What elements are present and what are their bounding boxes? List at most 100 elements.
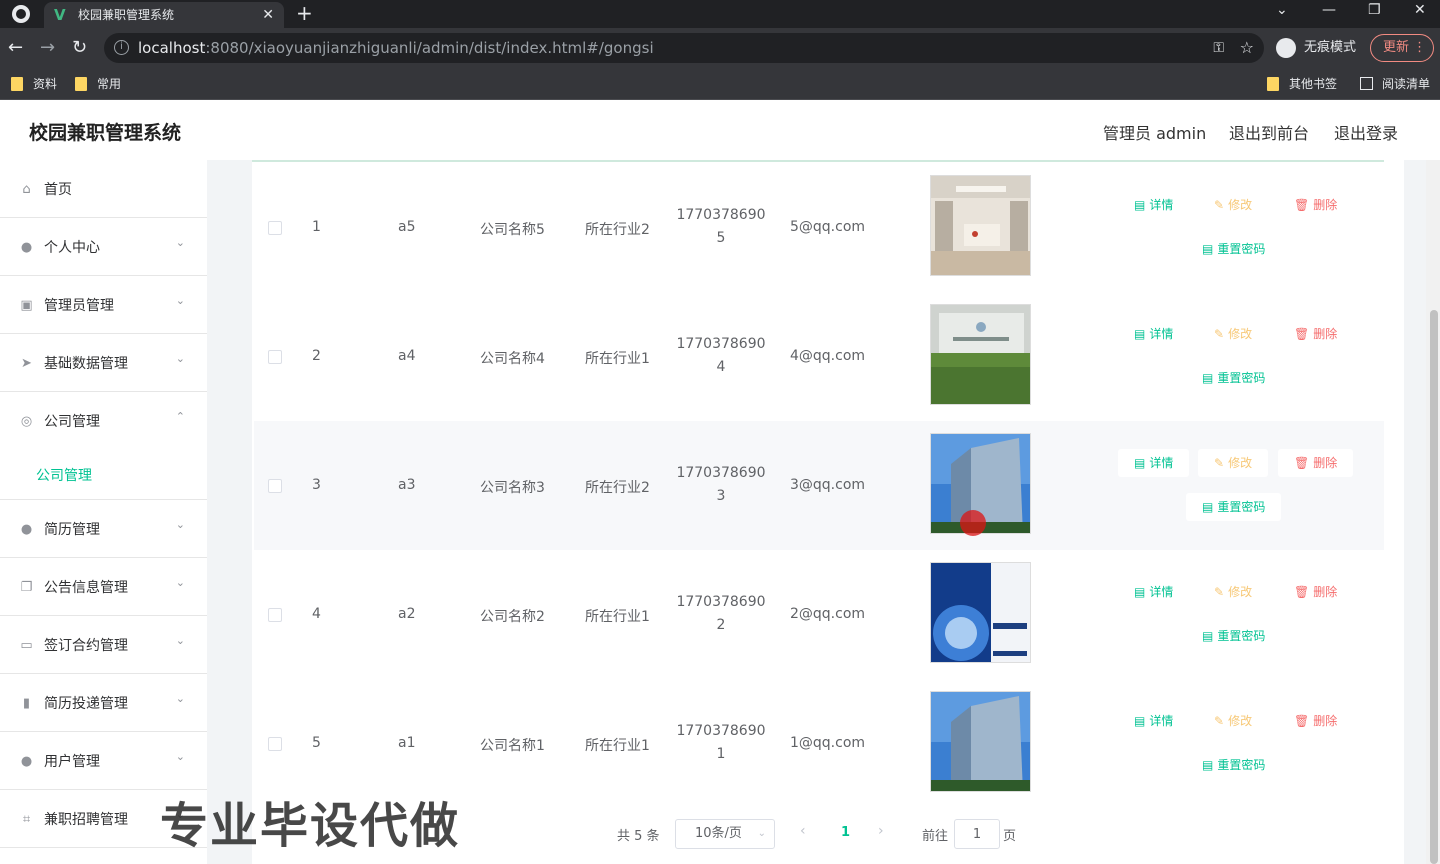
chevron-down-icon: ⌄ <box>175 352 185 365</box>
tab-search-icon[interactable]: ⌄ <box>1276 2 1288 18</box>
document-icon: ▤ <box>1134 327 1146 341</box>
reset-password-button[interactable]: ▤ 重置密码 <box>1186 235 1282 263</box>
row-account: a1 <box>398 735 416 751</box>
sidebar-item-company[interactable]: ◎ 公司管理 ⌃ <box>0 392 207 450</box>
next-page-icon[interactable]: › <box>878 823 884 839</box>
trash-icon: 🗑 <box>1294 198 1310 212</box>
browser-menu-icon[interactable] <box>12 5 30 23</box>
goto-unit: 页 <box>1003 829 1017 844</box>
restore-icon[interactable]: ❐ <box>1368 2 1381 18</box>
row-company-name: 公司名称5 <box>480 222 545 238</box>
pencil-icon: ✎ <box>1214 198 1225 212</box>
reload-icon[interactable]: ↻ <box>72 37 87 58</box>
document-icon: ▤ <box>1134 714 1146 728</box>
browser-tab[interactable]: V 校园兼职管理系统 ✕ <box>44 2 284 28</box>
edit-button[interactable]: ✎ 修改 <box>1198 449 1269 477</box>
bookmark-folder[interactable]: 常用 <box>75 68 121 100</box>
row-checkbox[interactable] <box>268 608 282 622</box>
minimize-icon[interactable]: — <box>1322 2 1336 18</box>
row-index: 3 <box>312 477 321 493</box>
edit-button[interactable]: ✎ 修改 <box>1198 578 1269 606</box>
sidebar-item-base-data[interactable]: ➤ 基础数据管理 ⌄ <box>0 334 207 392</box>
goto-label: 前往 <box>922 829 949 844</box>
reset-password-button[interactable]: ▤ 重置密码 <box>1186 364 1282 392</box>
chevron-down-icon: ⌄ <box>175 634 185 647</box>
incognito-indicator[interactable]: 无痕模式 <box>1276 33 1356 63</box>
delete-button[interactable]: 🗑 删除 <box>1278 707 1354 735</box>
row-account: a5 <box>398 219 416 235</box>
edit-button[interactable]: ✎ 修改 <box>1198 707 1269 735</box>
detail-button[interactable]: ▤ 详情 <box>1118 707 1190 735</box>
chevron-down-icon: ⌄ <box>175 692 185 705</box>
document-icon: ▤ <box>1202 500 1214 514</box>
back-icon[interactable]: ← <box>8 37 23 58</box>
detail-button[interactable]: ▤ 详情 <box>1118 320 1190 348</box>
reset-password-button[interactable]: ▤ 重置密码 <box>1186 751 1282 779</box>
company-photo[interactable] <box>930 175 1031 276</box>
edit-button[interactable]: ✎ 修改 <box>1198 191 1269 219</box>
row-checkbox[interactable] <box>268 350 282 364</box>
info-icon[interactable]: i <box>114 40 129 55</box>
detail-button[interactable]: ▤ 详情 <box>1118 191 1190 219</box>
bookmark-label: 阅读清单 <box>1382 77 1431 91</box>
star-icon[interactable]: ☆ <box>1240 33 1254 63</box>
row-email: 3@qq.com <box>790 477 866 493</box>
detail-button[interactable]: ▤ 详情 <box>1118 578 1190 606</box>
new-tab-icon[interactable]: + <box>296 1 313 25</box>
close-icon[interactable]: ✕ <box>262 2 274 28</box>
goto-page-input[interactable] <box>954 819 1000 849</box>
update-button[interactable]: 更新 ⋮ <box>1370 34 1434 62</box>
company-photo[interactable] <box>930 304 1031 405</box>
detail-button[interactable]: ▤ 详情 <box>1118 449 1190 477</box>
sidebar-item-profile[interactable]: ● 个人中心 ⌄ <box>0 218 207 276</box>
forward-icon[interactable]: → <box>40 37 55 58</box>
sidebar-item-delivery[interactable]: ▮ 简历投递管理 ⌄ <box>0 674 207 732</box>
row-account: a4 <box>398 348 416 364</box>
trash-icon: 🗑 <box>1294 585 1310 599</box>
delete-button[interactable]: 🗑 删除 <box>1278 578 1354 606</box>
sidebar-item-resume[interactable]: ● 简历管理 ⌄ <box>0 500 207 558</box>
url-input[interactable]: i localhost:8080/xiaoyuanjianzhiguanli/a… <box>104 33 1264 63</box>
pagination-total: 共 5 条 <box>617 829 660 844</box>
trash-icon: 🗑 <box>1294 714 1310 728</box>
reading-list[interactable]: 阅读清单 <box>1360 68 1430 100</box>
back-to-front-link[interactable]: 退出到前台 <box>1229 120 1309 144</box>
sidebar-item-users[interactable]: ● 用户管理 ⌄ <box>0 732 207 790</box>
logout-link[interactable]: 退出登录 <box>1334 120 1398 144</box>
document-icon: ▤ <box>1134 198 1146 212</box>
row-checkbox[interactable] <box>268 221 282 235</box>
tab-title: 校园兼职管理系统 <box>78 8 175 22</box>
company-photo[interactable] <box>930 562 1031 663</box>
company-photo[interactable] <box>930 691 1031 792</box>
trash-icon: 🗑 <box>1294 456 1310 470</box>
sidebar-item-notice[interactable]: ❐ 公告信息管理 ⌄ <box>0 558 207 616</box>
sidebar-subitem-company[interactable]: 公司管理 <box>0 450 207 500</box>
key-icon[interactable]: ⚿ <box>1213 33 1224 63</box>
page-size-select[interactable]: 10条/页 ⌄ <box>675 819 775 849</box>
bookmark-folder[interactable]: 资料 <box>11 68 57 100</box>
scrollbar-thumb[interactable] <box>1430 310 1438 864</box>
reading-list-icon <box>1360 77 1373 90</box>
row-account: a3 <box>398 477 416 493</box>
prev-page-icon[interactable]: ‹ <box>800 823 806 839</box>
delete-button[interactable]: 🗑 删除 <box>1278 191 1354 219</box>
delete-button[interactable]: 🗑 删除 <box>1278 320 1354 348</box>
sidebar-item-contract[interactable]: ▭ 签订合约管理 ⌄ <box>0 616 207 674</box>
sidebar-item-home[interactable]: ⌂ 首页 <box>0 160 207 218</box>
delete-button[interactable]: 🗑 删除 <box>1278 449 1354 477</box>
row-industry: 所在行业2 <box>585 480 650 496</box>
document-icon: ▤ <box>1202 371 1214 385</box>
edit-button[interactable]: ✎ 修改 <box>1198 320 1269 348</box>
reset-password-button[interactable]: ▤ 重置密码 <box>1186 493 1282 521</box>
window-close-icon[interactable]: ✕ <box>1414 2 1426 18</box>
other-bookmarks[interactable]: 其他书签 <box>1267 68 1337 100</box>
row-checkbox[interactable] <box>268 479 282 493</box>
url-host: localhost <box>138 39 206 57</box>
page-number-current[interactable]: 1 <box>841 825 850 840</box>
sidebar-item-admins[interactable]: ▣ 管理员管理 ⌄ <box>0 276 207 334</box>
reset-password-button[interactable]: ▤ 重置密码 <box>1186 622 1282 650</box>
row-checkbox[interactable] <box>268 737 282 751</box>
document-icon: ▤ <box>1202 629 1214 643</box>
row-index: 1 <box>312 219 321 235</box>
update-label: 更新 <box>1383 40 1410 55</box>
